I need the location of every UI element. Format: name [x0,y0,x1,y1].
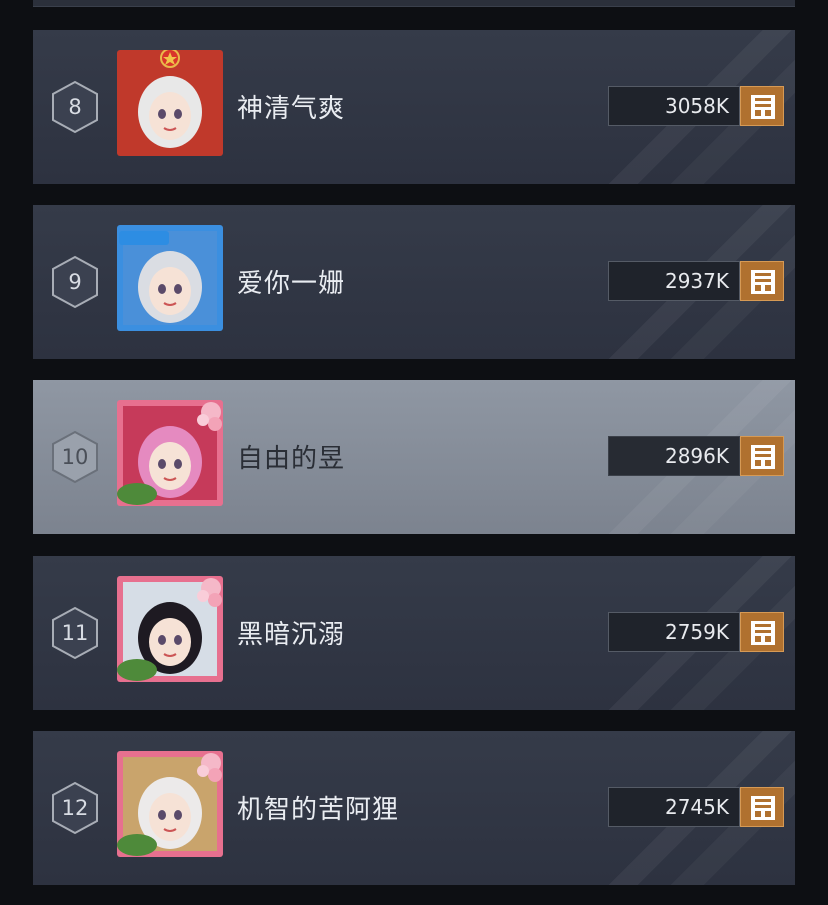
player-avatar[interactable] [117,576,223,682]
score-value: 2896K [664,444,729,468]
score-icon [740,86,784,126]
player-name: 爱你一姗 [237,269,346,299]
player-avatar[interactable] [117,50,223,156]
leaderboard-row[interactable]: 9 爱你一姗 2937K [33,205,795,359]
leaderboard-row[interactable]: 10 自由的昱 2896K [33,380,795,534]
player-name: 神清气爽 [237,94,346,124]
score-box: 2759K [608,612,740,652]
score-icon [740,612,784,652]
score-box: 2745K [608,787,740,827]
score-box: 3058K [608,86,740,126]
rank-hexagon: 11 [51,606,99,660]
rank-number: 9 [68,270,82,294]
score-box: 2896K [608,436,740,476]
previous-row-edge [33,0,795,7]
player-avatar[interactable] [117,400,223,506]
rank-hexagon: 9 [51,255,99,309]
rank-hexagon: 10 [51,430,99,484]
score-value: 2937K [664,269,729,293]
rank-hexagon: 8 [51,80,99,134]
player-avatar[interactable] [117,225,223,331]
score-icon [740,261,784,301]
player-name: 黑暗沉溺 [237,620,346,650]
rank-hexagon: 12 [51,781,99,835]
rank-number: 11 [61,621,89,645]
leaderboard-row[interactable]: 12 机智的苦阿狸 2745K [33,731,795,885]
score-icon [740,436,784,476]
score-icon [740,787,784,827]
leaderboard-row[interactable]: 11 黑暗沉溺 2759K [33,556,795,710]
player-name: 自由的昱 [237,444,346,474]
player-name: 机智的苦阿狸 [237,795,400,825]
rank-number: 10 [61,445,89,469]
score-value: 3058K [664,94,729,118]
leaderboard-row[interactable]: 8 神清气爽 3058K [33,30,795,184]
rank-number: 12 [61,796,89,820]
rank-number: 8 [68,95,82,119]
score-value: 2759K [664,620,729,644]
player-avatar[interactable] [117,751,223,857]
score-box: 2937K [608,261,740,301]
score-value: 2745K [664,795,729,819]
